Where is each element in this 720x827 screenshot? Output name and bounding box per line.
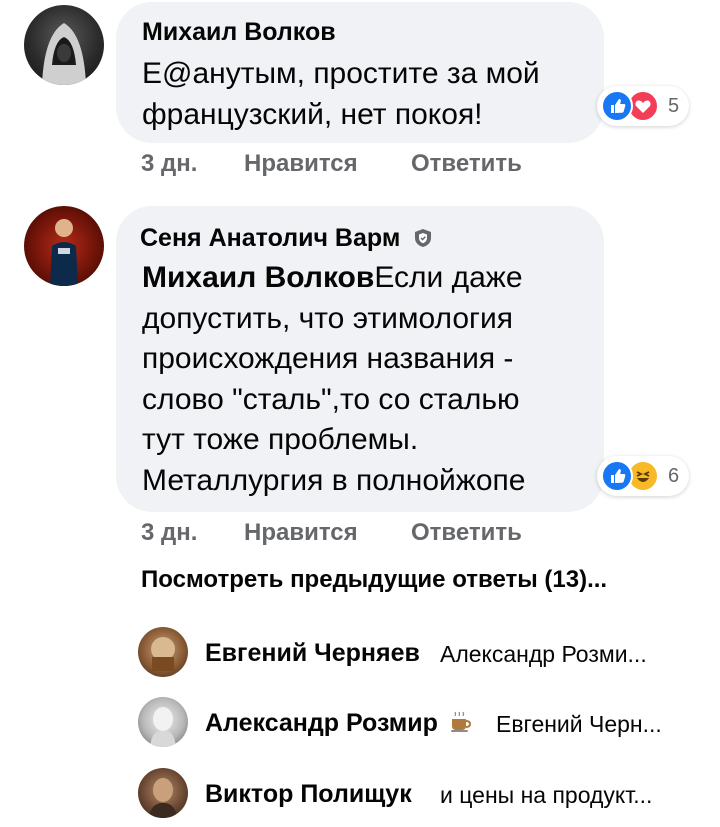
reply-author-name: Александр Розмир bbox=[205, 709, 438, 737]
comment-text-line: Михаил ВолковЕсли даже bbox=[142, 258, 525, 299]
mention-link[interactable]: Михаил Волков bbox=[142, 261, 374, 294]
reaction-count: 5 bbox=[668, 95, 680, 117]
like-icon bbox=[601, 460, 633, 492]
reply-item[interactable]: Александр Розмир Евгений Черн... bbox=[138, 697, 698, 749]
like-button[interactable]: Нравится bbox=[244, 150, 358, 178]
comment-author[interactable]: Сеня Анатолич Варм bbox=[140, 224, 434, 256]
view-previous-replies-link[interactable]: Посмотреть предыдущие ответы (13)... bbox=[141, 566, 607, 594]
reactions-summary[interactable]: 6 bbox=[597, 456, 689, 496]
author-name: Сеня Анатолич Варм bbox=[140, 224, 401, 252]
comment-bubble: Михаил Волков E@анутым, простите за мой … bbox=[116, 2, 604, 143]
comment-text-line: Металлургия в полнойжопе bbox=[142, 463, 526, 497]
coffee-icon bbox=[448, 709, 472, 740]
reply-button[interactable]: Ответить bbox=[411, 150, 522, 178]
reply-author: Виктор Полищук bbox=[205, 780, 412, 808]
reply-author: Александр Розмир bbox=[205, 709, 472, 740]
shield-icon bbox=[412, 227, 434, 256]
reply-preview: Александр Розми... bbox=[440, 641, 647, 667]
comment-text-line: происхождения названия - bbox=[142, 342, 514, 375]
reply-author: Евгений Черняев bbox=[205, 639, 420, 667]
timestamp[interactable]: 3 дн. bbox=[141, 519, 197, 547]
avatar bbox=[138, 768, 188, 818]
avatar bbox=[138, 697, 188, 747]
comment-text: E@анутым, простите за мой французский, н… bbox=[142, 54, 540, 135]
comment-text-line: слово "сталь",то со сталью bbox=[142, 382, 520, 416]
reply-item[interactable]: Виктор Полищук и цены на продукт... bbox=[138, 768, 698, 820]
comment-text-segment: Если даже bbox=[374, 261, 523, 294]
reactions-summary[interactable]: 5 bbox=[597, 86, 689, 126]
like-button[interactable]: Нравится bbox=[244, 519, 358, 547]
comment-text-line: допустить, что этимология bbox=[142, 301, 513, 335]
comment-text-line: французский, нет покоя! bbox=[142, 97, 483, 131]
avatar[interactable] bbox=[24, 206, 104, 286]
comment-text: Михаил ВолковЕсли даже допустить, что эт… bbox=[142, 258, 525, 501]
comment-text-line: E@анутым, простите за мой bbox=[142, 57, 540, 90]
reply-preview: и цены на продукт... bbox=[440, 782, 653, 808]
comment-author[interactable]: Михаил Волков bbox=[142, 18, 336, 47]
comment-text-line: тут тоже проблемы. bbox=[142, 423, 419, 456]
comment-bubble: Сеня Анатолич Варм Михаил ВолковЕсли даж… bbox=[116, 206, 604, 512]
avatar bbox=[138, 627, 188, 677]
reply-preview: Евгений Черн... bbox=[496, 711, 662, 737]
like-icon bbox=[601, 90, 633, 122]
reply-button[interactable]: Ответить bbox=[411, 519, 522, 547]
reply-item[interactable]: Евгений Черняев Александр Розми... bbox=[138, 627, 698, 679]
reaction-count: 6 bbox=[668, 465, 680, 487]
avatar[interactable] bbox=[24, 5, 104, 85]
timestamp[interactable]: 3 дн. bbox=[141, 150, 197, 178]
